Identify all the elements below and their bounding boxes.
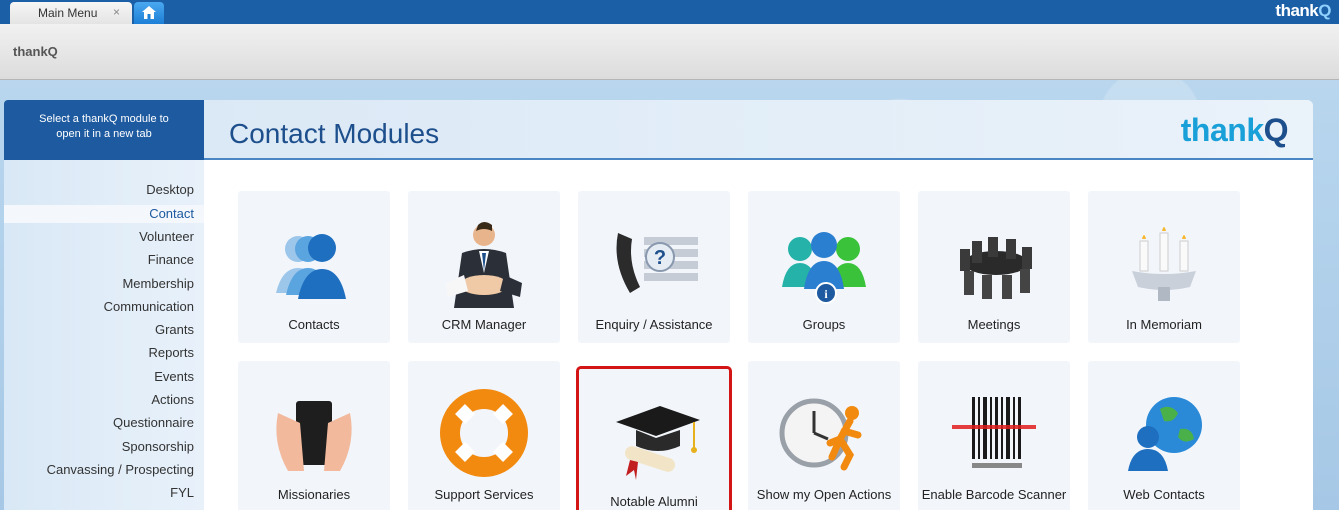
handshake-icon bbox=[446, 222, 522, 308]
sidebar-item-reports[interactable]: Reports bbox=[148, 344, 194, 362]
clock-runner-icon bbox=[779, 398, 862, 471]
module-tile-contacts[interactable]: Contacts bbox=[238, 191, 390, 343]
module-tile-open-actions[interactable]: Show my Open Actions bbox=[748, 361, 900, 510]
main-panel: Contact Modules thankQ Contacts CRM Mana… bbox=[204, 100, 1313, 510]
globe-person-icon bbox=[1128, 397, 1202, 471]
group-info-icon: i bbox=[782, 232, 866, 304]
module-label: CRM Manager bbox=[441, 317, 527, 332]
module-tile-support-services[interactable]: Support Services bbox=[408, 361, 560, 510]
contacts-people-icon bbox=[276, 234, 346, 299]
module-tile-meetings[interactable]: Meetings bbox=[918, 191, 1070, 343]
sidebar-instructions: Select a thankQ module to open it in a n… bbox=[39, 113, 169, 140]
module-label: Enable Barcode Scanner bbox=[921, 487, 1067, 502]
sidebar-item-finance[interactable]: Finance bbox=[148, 251, 194, 269]
close-icon[interactable]: × bbox=[113, 5, 120, 19]
page-title: Contact Modules bbox=[229, 118, 440, 149]
bible-hands-icon bbox=[276, 401, 352, 471]
lifebuoy-icon bbox=[440, 389, 528, 477]
sidebar-item-desktop[interactable]: Desktop bbox=[146, 181, 194, 199]
module-tile-barcode-scanner[interactable]: Enable Barcode Scanner bbox=[918, 361, 1070, 510]
module-tile-missionaries[interactable]: Missionaries bbox=[238, 361, 390, 510]
tab-main-menu[interactable]: Main Menu × bbox=[10, 2, 132, 24]
module-label: Contacts bbox=[288, 317, 340, 332]
tab-label: Main Menu bbox=[38, 6, 98, 20]
module-label: Groups bbox=[802, 317, 846, 332]
brand-logo: thankQ bbox=[1275, 1, 1331, 20]
sidebar-item-sponsorship[interactable]: Sponsorship bbox=[122, 438, 194, 456]
module-label: Meetings bbox=[967, 317, 1021, 332]
module-tile-crm-manager[interactable]: CRM Manager bbox=[408, 191, 560, 343]
module-label: Support Services bbox=[434, 487, 534, 502]
module-label: Missionaries bbox=[277, 487, 351, 502]
svg-text:?: ? bbox=[654, 247, 666, 269]
candles-icon bbox=[1132, 227, 1196, 301]
module-tile-enquiry[interactable]: ? Enquiry / Assistance bbox=[578, 191, 730, 343]
sidebar-item-fyl[interactable]: FYL bbox=[170, 484, 194, 502]
graduation-cap-icon bbox=[616, 406, 700, 480]
sidebar-item-questionnaire[interactable]: Questionnaire bbox=[113, 414, 194, 432]
sidebar-item-volunteer[interactable]: Volunteer bbox=[139, 228, 194, 246]
tab-bar: Main Menu × thankQ bbox=[0, 0, 1339, 24]
app-title: thankQ bbox=[13, 44, 58, 59]
barcode-icon bbox=[952, 397, 1036, 468]
sidebar-header: Select a thankQ module to open it in a n… bbox=[4, 100, 204, 160]
sidebar-item-contact[interactable]: Contact bbox=[4, 205, 204, 223]
sidebar-item-membership[interactable]: Membership bbox=[122, 275, 194, 293]
module-label: Web Contacts bbox=[1123, 487, 1205, 502]
module-label: In Memoriam bbox=[1126, 317, 1202, 332]
module-label: Enquiry / Assistance bbox=[595, 317, 713, 332]
sidebar-item-actions[interactable]: Actions bbox=[151, 391, 194, 409]
phone-question-icon: ? bbox=[616, 233, 698, 293]
meeting-table-icon bbox=[960, 237, 1032, 299]
module-tile-groups[interactable]: i Groups bbox=[748, 191, 900, 343]
sidebar-item-canvassing[interactable]: Canvassing / Prospecting bbox=[47, 461, 194, 479]
app-header: thankQ bbox=[0, 24, 1339, 80]
module-tile-in-memoriam[interactable]: In Memoriam bbox=[1088, 191, 1240, 343]
sidebar-item-grants[interactable]: Grants bbox=[155, 321, 194, 339]
thankq-logo: thankQ bbox=[1180, 112, 1289, 148]
module-tile-notable-alumni[interactable]: Notable Alumni bbox=[576, 366, 732, 510]
home-icon bbox=[142, 6, 156, 19]
module-tile-web-contacts[interactable]: Web Contacts bbox=[1088, 361, 1240, 510]
sidebar-item-events[interactable]: Events bbox=[154, 368, 194, 386]
home-tab[interactable] bbox=[134, 2, 164, 24]
sidebar-item-communication[interactable]: Communication bbox=[104, 298, 194, 316]
main-header: Contact Modules thankQ bbox=[204, 100, 1313, 160]
module-label: Show my Open Actions bbox=[756, 487, 892, 502]
sidebar: Desktop Contact Volunteer Finance Member… bbox=[4, 160, 204, 510]
module-label: Notable Alumni bbox=[610, 494, 698, 509]
